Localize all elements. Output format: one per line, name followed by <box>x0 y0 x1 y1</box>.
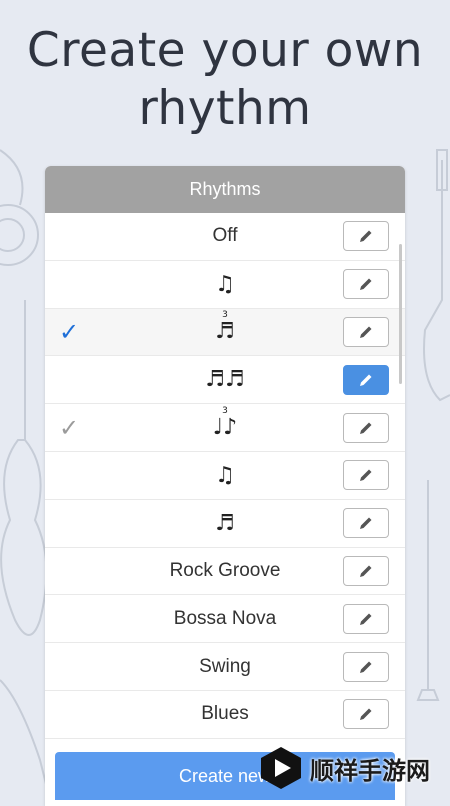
pencil-icon <box>360 517 372 530</box>
rhythm-row[interactable]: ♫ <box>45 261 405 309</box>
pencil-icon <box>360 278 372 291</box>
rhythm-label: Rock Groove <box>169 559 281 581</box>
rhythms-panel: Rhythms Off ♫ ✓ ♬ 3 ♬♬ ✓ ♩♪ 3 ♫ ♬ Rock Groove Bossa … <box>45 166 405 806</box>
rhythm-notation-glyph: ♫ <box>215 271 235 297</box>
rhythm-label: Off <box>212 225 238 247</box>
rhythms-panel-header: Rhythms <box>45 166 405 213</box>
watermark-logo-icon <box>261 747 301 789</box>
pencil-icon <box>360 469 372 482</box>
rhythm-row[interactable]: ♫ <box>45 452 405 500</box>
rhythm-row[interactable]: Bossa Nova <box>45 595 405 644</box>
rhythm-label: Swing <box>199 655 251 677</box>
rhythm-row[interactable]: Rock Groove <box>45 548 405 596</box>
rhythm-notation-glyph: ♬ <box>215 319 235 345</box>
pencil-icon <box>360 661 372 673</box>
pencil-icon <box>360 326 372 338</box>
pencil-icon <box>360 422 372 434</box>
rhythm-row[interactable]: ♬ <box>45 500 405 548</box>
page-headline: Create your own rhythm <box>0 22 450 138</box>
rhythm-notation-glyph: ♬♬ <box>205 367 245 393</box>
edit-rhythm-button[interactable] <box>343 364 389 395</box>
rhythm-notation-icon: ♩♪ 3 <box>212 406 238 441</box>
pencil-icon <box>360 565 372 577</box>
rhythm-label: Bossa Nova <box>173 607 277 629</box>
rhythm-notation-icon: ♬ 3 <box>215 310 235 345</box>
rhythm-row[interactable]: Swing <box>45 643 405 691</box>
rhythm-notation-glyph: ♫ <box>215 462 235 488</box>
edit-rhythm-button[interactable] <box>343 221 389 252</box>
edit-rhythm-button[interactable] <box>343 555 389 586</box>
edit-rhythm-button[interactable] <box>343 508 389 539</box>
rhythm-row[interactable]: ✓ ♩♪ 3 <box>45 404 405 452</box>
edit-rhythm-button[interactable] <box>343 412 389 443</box>
tuplet-number: 3 <box>222 310 228 321</box>
rhythm-notation-icon: ♫ <box>215 463 235 488</box>
site-watermark: 顺祥手游网 <box>258 738 448 798</box>
rhythm-notation-glyph: ♬ <box>215 510 235 536</box>
checkmark-icon: ✓ <box>59 317 80 346</box>
list-scrollbar[interactable] <box>399 244 402 384</box>
rhythm-notation-icon: ♬♬ <box>205 367 244 392</box>
edit-rhythm-button[interactable] <box>343 269 389 300</box>
rhythm-row[interactable]: ✓ ♬ 3 <box>45 308 405 357</box>
edit-rhythm-button[interactable] <box>343 316 389 347</box>
rhythm-label: Blues <box>201 703 249 725</box>
watermark-text: 顺祥手游网 <box>310 756 430 785</box>
rhythm-notation-glyph: ♩♪ <box>212 415 238 441</box>
pencil-icon <box>360 374 372 386</box>
pencil-icon <box>360 613 372 625</box>
pencil-icon <box>360 230 372 243</box>
headline-line-2: rhythm <box>138 81 312 136</box>
tuplet-number: 3 <box>222 406 228 417</box>
edit-rhythm-button[interactable] <box>343 603 389 634</box>
rhythm-notation-icon: ♬ <box>215 511 235 536</box>
rhythm-list: Off ♫ ✓ ♬ 3 ♬♬ ✓ ♩♪ 3 ♫ ♬ Rock Groove Bossa Nova Swin… <box>45 213 405 739</box>
pencil-icon <box>360 708 372 721</box>
edit-rhythm-button[interactable] <box>343 460 389 491</box>
rhythm-row[interactable]: Off <box>45 213 405 261</box>
checkmark-icon: ✓ <box>59 413 80 442</box>
edit-rhythm-button[interactable] <box>343 651 389 682</box>
headline-line-1: Create your own <box>26 23 424 78</box>
rhythm-row[interactable]: ♬♬ <box>45 356 405 405</box>
edit-rhythm-button[interactable] <box>343 699 389 730</box>
rhythm-row[interactable]: Blues <box>45 691 405 739</box>
panel-title: Rhythms <box>189 179 261 199</box>
rhythm-notation-icon: ♫ <box>215 272 235 297</box>
